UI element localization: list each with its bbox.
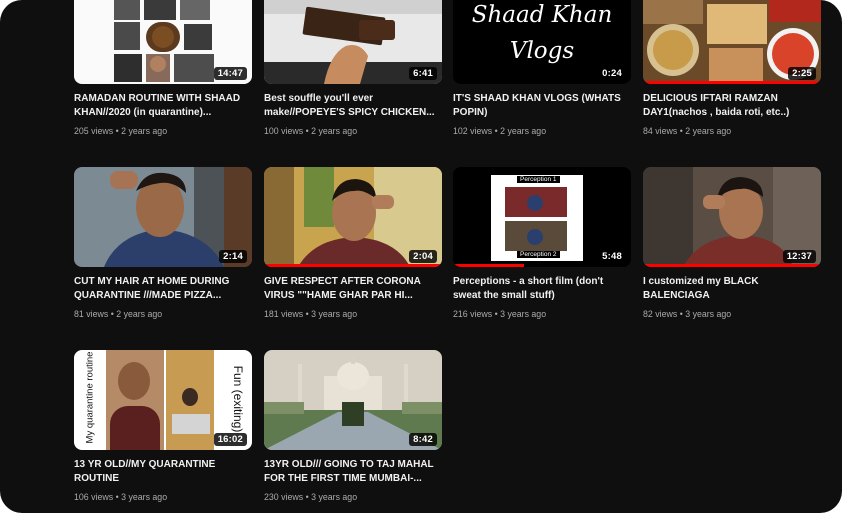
video-title[interactable]: Best souffle you'll ever make//POPEYE'S … [264,92,442,120]
perception-panel: Perception 1 Perception 2 [491,175,583,261]
upload-age: 3 years ago [311,309,358,319]
view-count: 81 views [74,309,109,319]
watch-progress-bar [264,264,442,267]
meta-separator: • [679,126,683,136]
video-thumbnail[interactable]: 8:42 [264,350,442,450]
video-title[interactable]: DELICIOUS IFTARI RAMZAN DAY1(nachos , ba… [643,92,821,120]
thumbnail-photo-left [106,350,164,450]
video-thumbnail[interactable]: 12:37 [643,167,821,267]
video-thumbnail[interactable]: 2:04 [264,167,442,267]
thumbnail-photo-right [166,350,214,450]
perception-2-image [505,221,567,251]
perception-1-label: Perception 1 [517,176,560,183]
meta-separator: • [110,309,114,319]
upload-age: 2 years ago [685,126,732,136]
thumbnail-side-text-left: My quarantine routine [84,351,96,444]
video-duration: 0:24 [598,67,626,80]
meta-separator: • [305,492,309,502]
video-title[interactable]: I customized my BLACK BALENCIAGA [643,275,821,303]
video-duration: 16:02 [213,433,247,446]
video-meta: 106 views • 3 years ago [74,492,167,502]
video-meta: 100 views • 2 years ago [264,126,357,136]
video-duration: 5:48 [598,250,626,263]
video-meta: 84 views • 2 years ago [643,126,731,136]
meta-separator: • [494,309,498,319]
video-duration: 2:25 [788,67,816,80]
video-meta: 181 views • 3 years ago [264,309,357,319]
video-thumbnail[interactable]: Perception 1 Perception 2 5:48 [453,167,631,267]
video-thumbnail[interactable]: My quarantine routine Fun (exiting) 16:0… [74,350,252,450]
upload-age: 3 years ago [685,309,732,319]
video-meta: 205 views • 2 years ago [74,126,167,136]
video-meta: 230 views • 3 years ago [264,492,357,502]
view-count: 106 views [74,492,114,502]
meta-separator: • [305,309,309,319]
view-count: 102 views [453,126,493,136]
video-duration: 6:41 [409,67,437,80]
video-title[interactable]: CUT MY HAIR AT HOME DURING QUARANTINE //… [74,275,252,303]
meta-separator: • [115,126,119,136]
video-duration: 14:47 [213,67,247,80]
view-count: 230 views [264,492,304,502]
video-duration: 12:37 [782,250,816,263]
view-count: 216 views [453,309,493,319]
thumbnail-subtitle-text: Vlogs [509,38,575,64]
meta-separator: • [679,309,683,319]
upload-age: 3 years ago [311,492,358,502]
video-meta: 102 views • 2 years ago [453,126,546,136]
view-count: 84 views [643,126,678,136]
watch-progress-bar [643,81,821,84]
upload-age: 2 years ago [311,126,358,136]
watch-progress-bar [643,264,821,267]
video-thumbnail[interactable]: 6:41 [264,0,442,84]
view-count: 181 views [264,309,304,319]
video-meta: 216 views • 3 years ago [453,309,546,319]
upload-age: 3 years ago [121,492,168,502]
video-title[interactable]: 13 YR OLD//MY QUARANTINE ROUTINE [74,458,252,486]
view-count: 82 views [643,309,678,319]
thumbnail-title-text: Shaad Khan [471,2,613,28]
view-count: 100 views [264,126,304,136]
video-title[interactable]: IT'S SHAAD KHAN VLOGS (WHATS POPIN) [453,92,631,120]
video-meta: 82 views • 3 years ago [643,309,731,319]
perception-1-image [505,187,567,217]
meta-separator: • [494,126,498,136]
video-grid: 14:47 RAMADAN ROUTINE WITH SHAAD KHAN//2… [0,0,842,513]
upload-age: 2 years ago [116,309,163,319]
video-thumbnail[interactable]: Shaad Khan Vlogs 0:24 [453,0,631,84]
meta-separator: • [115,492,119,502]
video-thumbnail[interactable]: 2:25 [643,0,821,84]
upload-age: 3 years ago [500,309,547,319]
video-title[interactable]: RAMADAN ROUTINE WITH SHAAD KHAN//2020 (i… [74,92,252,120]
video-thumbnail[interactable]: 14:47 [74,0,252,84]
video-duration: 8:42 [409,433,437,446]
video-title[interactable]: Perceptions - a short film (don't sweat … [453,275,631,303]
view-count: 205 views [74,126,114,136]
video-title[interactable]: GIVE RESPECT AFTER CORONA VIRUS ""HAME G… [264,275,442,303]
meta-separator: • [305,126,309,136]
perception-2-label: Perception 2 [517,251,560,258]
video-title[interactable]: 13YR OLD/// GOING TO TAJ MAHAL FOR THE F… [264,458,442,486]
video-duration: 2:14 [219,250,247,263]
video-thumbnail[interactable]: 2:14 [74,167,252,267]
watch-progress-bar [453,264,525,267]
video-duration: 2:04 [409,250,437,263]
upload-age: 2 years ago [500,126,547,136]
video-meta: 81 views • 2 years ago [74,309,162,319]
upload-age: 2 years ago [121,126,168,136]
